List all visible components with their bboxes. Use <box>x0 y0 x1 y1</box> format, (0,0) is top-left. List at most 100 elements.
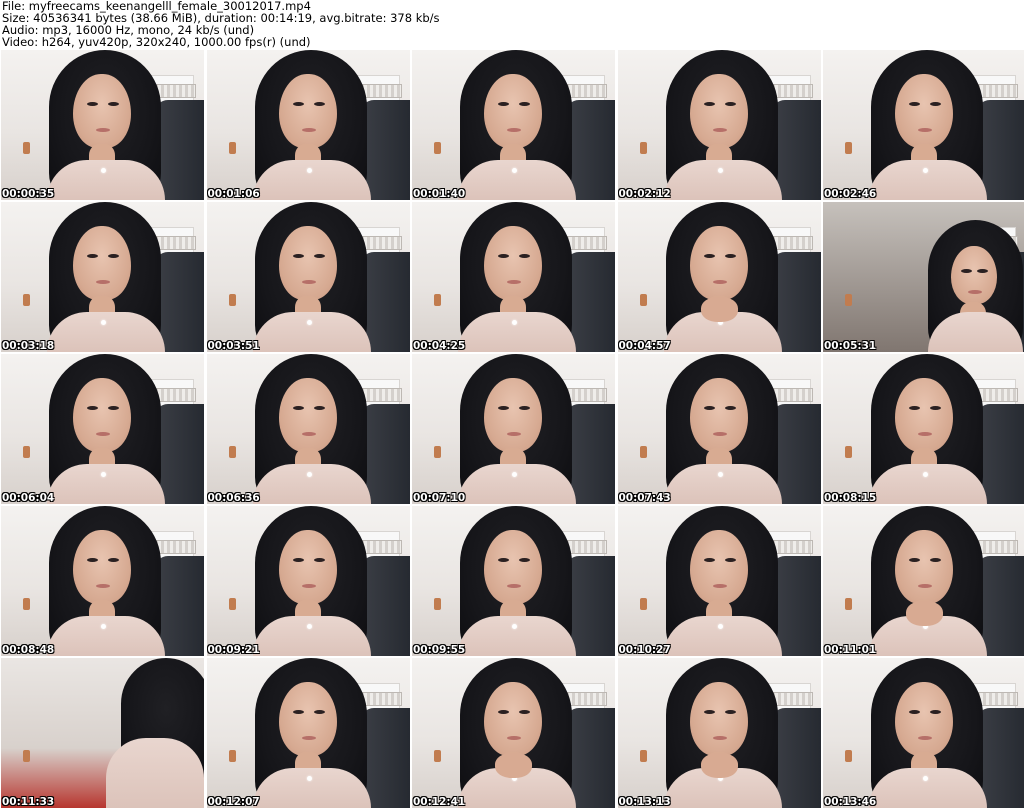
lamp-shape <box>434 598 441 610</box>
necklace-pendant-shape <box>101 472 106 477</box>
face-shape <box>278 682 337 756</box>
shirt-shape <box>663 616 782 656</box>
face-shape <box>689 378 748 452</box>
timestamp-label: 00:09:55 <box>413 644 466 656</box>
left-eye-shape <box>498 710 509 714</box>
face-shape <box>689 682 748 756</box>
lips-shape <box>918 128 932 132</box>
necklace-pendant-shape <box>717 168 723 173</box>
face-shape <box>278 378 337 452</box>
timestamp-label: 00:12:07 <box>207 796 260 808</box>
video-thumbnail: 00:02:12 <box>617 50 821 200</box>
right-eye-shape <box>519 102 530 106</box>
left-eye-shape <box>703 558 715 562</box>
right-eye-shape <box>313 254 325 258</box>
right-eye-shape <box>930 406 941 410</box>
necklace-pendant-shape <box>101 624 106 629</box>
necklace-pendant-shape <box>101 168 106 173</box>
right-eye-shape <box>108 406 119 410</box>
video-thumbnail: 00:03:18 <box>1 202 204 352</box>
timestamp-label: 00:13:13 <box>618 796 671 808</box>
timestamp-label: 00:05:31 <box>824 340 877 352</box>
lips-shape <box>96 280 110 284</box>
right-eye-shape <box>313 558 325 562</box>
video-thumbnail: 00:00:35 <box>1 50 204 200</box>
lamp-shape <box>228 750 236 762</box>
video-thumbnail: 00:07:43 <box>617 354 821 504</box>
lamp-shape <box>434 142 441 154</box>
video-thumbnail: 00:02:46 <box>823 50 1024 200</box>
left-eye-shape <box>292 406 304 410</box>
left-eye-shape <box>498 102 509 106</box>
left-eye-shape <box>703 710 715 714</box>
left-eye-shape <box>498 406 509 410</box>
shirt-shape <box>869 160 987 200</box>
necklace-pendant-shape <box>306 776 312 781</box>
right-eye-shape <box>724 558 736 562</box>
left-eye-shape <box>87 102 98 106</box>
video-thumbnail: 00:13:46 <box>823 658 1024 808</box>
right-eye-shape <box>108 558 119 562</box>
shirt-shape <box>252 768 371 808</box>
video-thumbnail: 00:09:55 <box>412 506 615 656</box>
left-eye-shape <box>292 710 304 714</box>
timestamp-label: 00:11:33 <box>2 796 55 808</box>
video-thumbnail: 00:07:10 <box>412 354 615 504</box>
right-eye-shape <box>313 406 325 410</box>
timestamp-label: 00:11:01 <box>824 644 877 656</box>
video-thumbnail: 00:01:06 <box>206 50 410 200</box>
left-eye-shape <box>87 558 98 562</box>
lamp-shape <box>228 294 236 306</box>
lamp-shape <box>434 294 441 306</box>
timestamp-label: 00:03:18 <box>2 340 55 352</box>
face-shape <box>895 682 953 756</box>
right-eye-shape <box>313 102 325 106</box>
lips-shape <box>712 736 727 740</box>
necklace-pendant-shape <box>923 168 928 173</box>
timestamp-label: 00:12:41 <box>413 796 466 808</box>
face-shape <box>73 530 131 604</box>
necklace-pendant-shape <box>101 320 106 325</box>
lips-shape <box>301 128 316 132</box>
timestamp-label: 00:06:36 <box>207 492 260 504</box>
right-eye-shape <box>108 102 119 106</box>
left-eye-shape <box>703 102 715 106</box>
left-eye-shape <box>909 558 920 562</box>
left-eye-shape <box>961 269 972 273</box>
lips-shape <box>918 584 932 588</box>
face-shape <box>689 74 748 148</box>
lamp-shape <box>23 142 30 154</box>
shirt-shape <box>252 312 371 352</box>
video-thumbnail: 00:06:04 <box>1 354 204 504</box>
shirt-shape <box>458 616 576 656</box>
face-shape <box>689 530 748 604</box>
face-shape <box>689 226 748 300</box>
video-thumbnail: 00:11:33 <box>1 658 204 808</box>
face-shape <box>895 378 953 452</box>
thumbnail-grid: 00:00:35 00:01:06 00:01:40 00:02:12 00:02:46… <box>1 50 1024 810</box>
lamp-shape <box>639 750 647 762</box>
timestamp-label: 00:09:21 <box>207 644 260 656</box>
lips-shape <box>507 736 521 740</box>
lips-shape <box>712 584 727 588</box>
lips-shape <box>507 128 521 132</box>
video-thumbnail: 00:13:13 <box>617 658 821 808</box>
video-thumbnail: 00:12:07 <box>206 658 410 808</box>
timestamp-label: 00:00:35 <box>2 188 55 200</box>
face-shape <box>278 226 337 300</box>
face-shape <box>484 226 542 300</box>
face-shape <box>484 530 542 604</box>
lamp-shape <box>23 598 30 610</box>
lips-shape <box>507 584 521 588</box>
necklace-pendant-shape <box>923 776 928 781</box>
left-eye-shape <box>498 558 509 562</box>
lips-shape <box>918 432 932 436</box>
face-shape <box>278 74 337 148</box>
left-eye-shape <box>87 406 98 410</box>
face-shape <box>484 378 542 452</box>
hand-shape <box>495 753 532 778</box>
lips-shape <box>918 736 932 740</box>
necklace-pendant-shape <box>923 472 928 477</box>
timestamp-label: 00:08:15 <box>824 492 877 504</box>
video-thumbnail: 00:04:57 <box>617 202 821 352</box>
